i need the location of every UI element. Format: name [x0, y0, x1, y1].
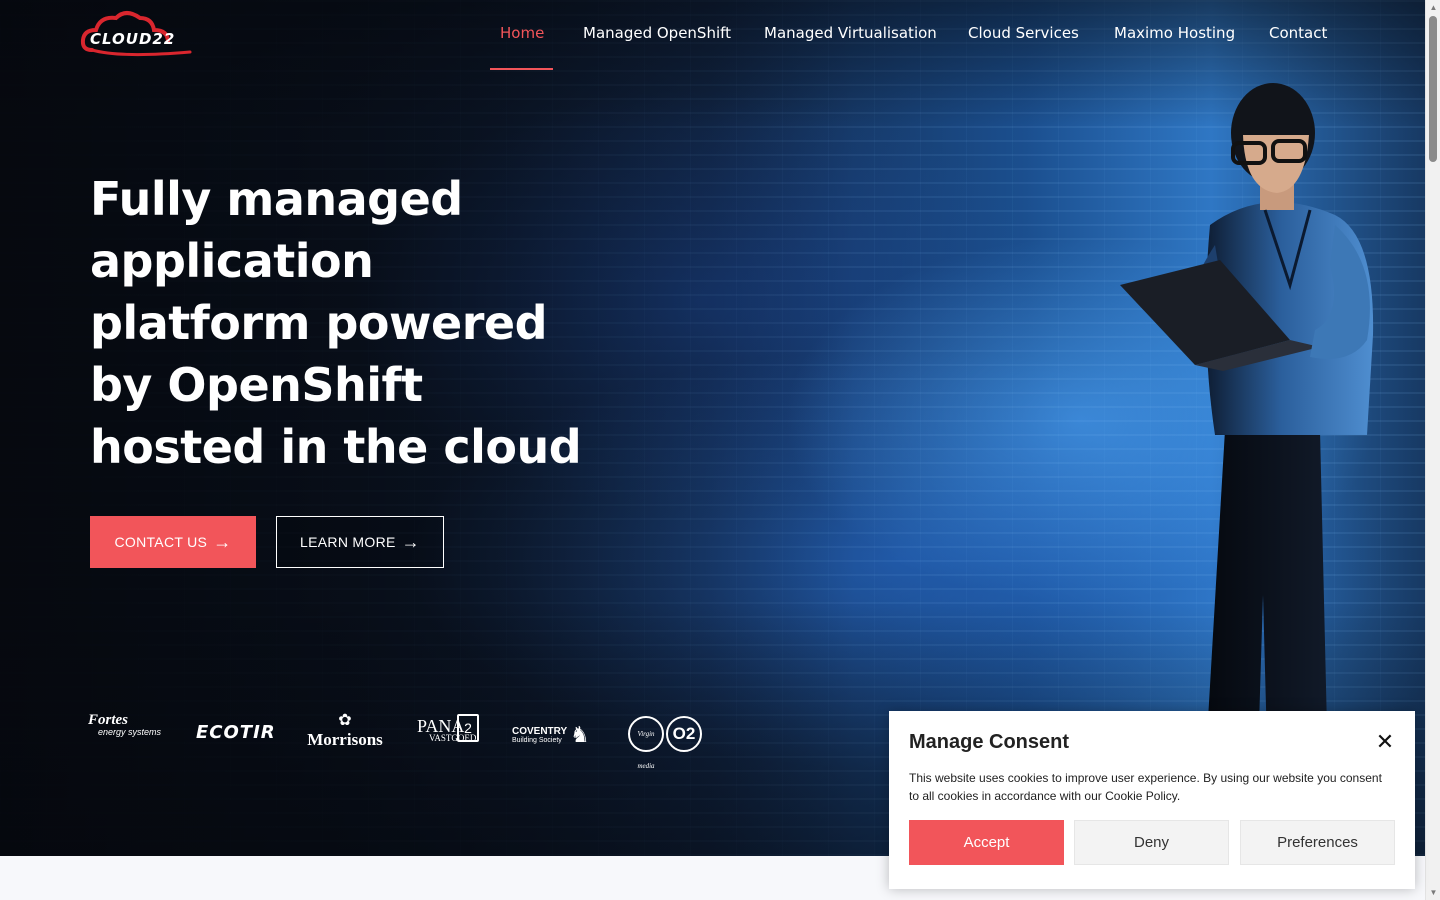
nav-managed-virtualisation[interactable]: Managed Virtualisation: [764, 24, 937, 70]
nav-home[interactable]: Home: [500, 24, 544, 70]
client-logo-virgin-o2: Virgin media O2: [628, 716, 704, 770]
cloud22-logo[interactable]: CLOUD22: [80, 10, 200, 60]
coventry-name: COVENTRY: [512, 726, 568, 737]
headline-line: Fully managed: [90, 172, 463, 226]
consent-title: Manage Consent: [909, 731, 1070, 753]
client-logo-ecotir: ECOTIR: [196, 722, 276, 743]
headline-line: by OpenShift: [90, 358, 423, 412]
pana-house-icon: 2: [457, 714, 479, 742]
nav-active-indicator: [490, 68, 553, 70]
headline-line: hosted in the cloud: [90, 420, 582, 474]
hero-headline: Fully managed application platform power…: [90, 168, 582, 478]
accept-button[interactable]: Accept: [909, 820, 1064, 865]
consent-dialog: Manage Consent ✕ This website uses cooki…: [889, 711, 1415, 889]
o2-mark: O2: [666, 716, 702, 752]
nav-managed-openshift[interactable]: Managed OpenShift: [583, 24, 731, 70]
page-scrollbar[interactable]: ▲ ▼: [1425, 0, 1440, 900]
fortes-sub: energy systems: [98, 727, 162, 737]
nav-cloud-services[interactable]: Cloud Services: [968, 24, 1079, 70]
horse-rider-icon: ♞: [570, 722, 590, 747]
scrollbar-thumb[interactable]: [1429, 16, 1437, 162]
preferences-button[interactable]: Preferences: [1240, 820, 1395, 865]
learn-more-label: LEARN MORE: [300, 534, 396, 550]
learn-more-button[interactable]: LEARN MORE →: [276, 516, 444, 568]
close-icon[interactable]: ✕: [1373, 731, 1397, 755]
contact-us-label: CONTACT US: [114, 534, 208, 550]
deny-button[interactable]: Deny: [1074, 820, 1229, 865]
client-logo-fortes: Fortes energy systems: [88, 712, 168, 737]
morrisons-name: Morrisons: [307, 730, 383, 749]
nav-maximo-hosting[interactable]: Maximo Hosting: [1114, 24, 1235, 70]
nav-contact[interactable]: Contact: [1269, 24, 1327, 70]
headline-line: application: [90, 234, 374, 288]
logo-text: CLOUD22: [90, 30, 176, 48]
headline-line: platform powered: [90, 296, 548, 350]
contact-us-button[interactable]: CONTACT US →: [90, 516, 256, 568]
coventry-sub: Building Society: [512, 737, 562, 744]
virgin-media-mark: Virgin media: [628, 716, 664, 770]
arrow-right-icon: →: [213, 532, 232, 552]
client-logo-morrisons: ✿ Morrisons: [304, 712, 386, 750]
scroll-down-arrow-icon[interactable]: ▼: [1426, 885, 1440, 900]
client-logo-pana: PANA VASTGOED 2: [417, 714, 479, 743]
morrisons-flower-icon: ✿: [338, 712, 352, 729]
scroll-up-arrow-icon[interactable]: ▲: [1426, 0, 1440, 15]
consent-message: This website uses cookies to improve use…: [909, 771, 1382, 803]
arrow-right-icon: →: [401, 532, 420, 552]
client-logo-coventry: COVENTRY Building Society ♞: [512, 722, 590, 747]
